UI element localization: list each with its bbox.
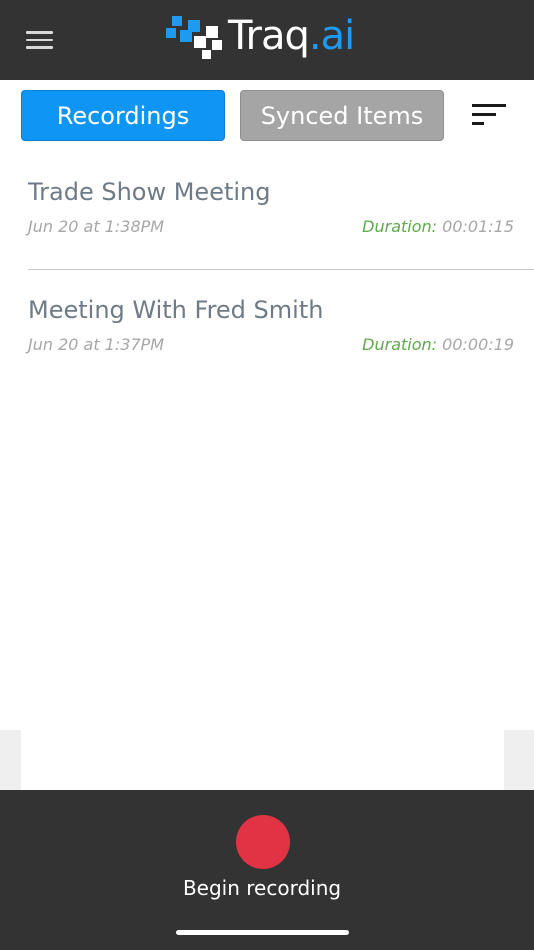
duration-value: 00:01:15 (442, 217, 514, 236)
recording-duration: Duration: 00:01:15 (362, 217, 514, 236)
tab-recordings[interactable]: Recordings (21, 90, 225, 141)
recording-date: Jun 20 at 1:37PM (28, 335, 165, 354)
top-bar: Traq.ai (0, 0, 534, 80)
recording-title: Trade Show Meeting (28, 178, 271, 206)
recording-title: Meeting With Fred Smith (28, 296, 324, 324)
brand-name-suffix: .ai (308, 13, 355, 59)
recordings-list: Trade Show Meeting Jun 20 at 1:38PM Dura… (0, 152, 534, 388)
begin-recording-label[interactable]: Begin recording (0, 876, 524, 900)
recording-date: Jun 20 at 1:38PM (28, 217, 165, 236)
brand-name-primary: Traq (228, 13, 310, 59)
traq-logo: Traq.ai (166, 13, 376, 66)
duration-label: Duration: (362, 335, 438, 354)
menu-line (26, 31, 53, 34)
side-strip (0, 730, 21, 790)
duration-value: 00:00:19 (442, 335, 514, 354)
menu-line (26, 46, 53, 49)
sort-icon[interactable] (472, 104, 506, 128)
list-item[interactable]: Meeting With Fred Smith Jun 20 at 1:37PM… (0, 270, 534, 388)
record-dot-icon[interactable] (236, 815, 290, 869)
duration-label: Duration: (362, 217, 438, 236)
tab-synced-items[interactable]: Synced Items (240, 90, 444, 141)
tab-bar: Recordings Synced Items (0, 80, 534, 152)
side-strip (504, 730, 534, 790)
list-item[interactable]: Trade Show Meeting Jun 20 at 1:38PM Dura… (0, 152, 534, 270)
traq-logo-mark-icon (166, 16, 222, 59)
sort-line (472, 122, 484, 125)
brand-name: Traq.ai (228, 10, 355, 62)
recording-duration: Duration: 00:00:19 (362, 335, 514, 354)
menu-line (26, 38, 53, 41)
recording-bar: Begin recording (0, 790, 534, 950)
sort-line (472, 104, 506, 107)
home-indicator (176, 930, 349, 935)
sort-line (472, 113, 496, 116)
hamburger-menu-icon[interactable] (26, 31, 53, 49)
